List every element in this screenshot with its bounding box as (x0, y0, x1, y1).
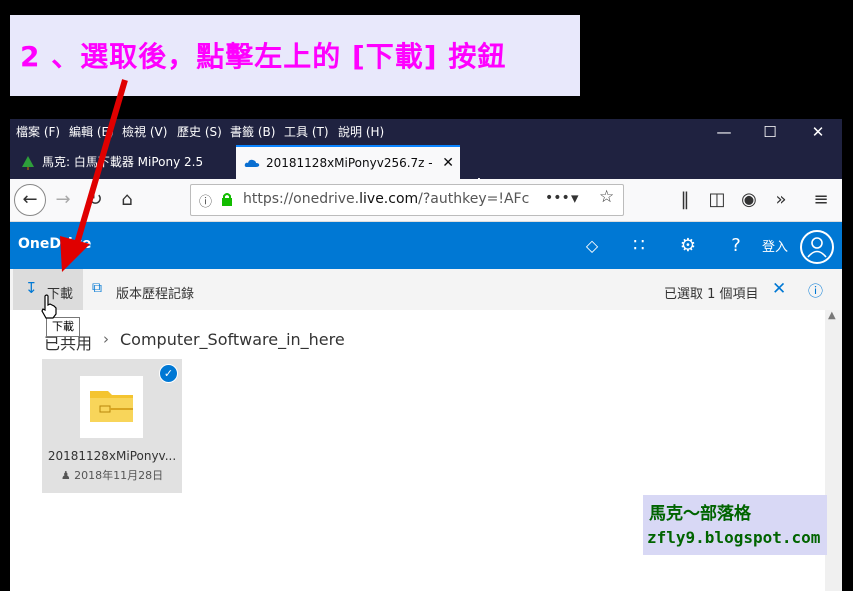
watermark-url: zfly9.blogspot.com (647, 528, 821, 547)
watermark-title: 馬克～部落格 (649, 504, 751, 524)
watermark: 馬克～部落格 zfly9.blogspot.com (643, 495, 827, 555)
